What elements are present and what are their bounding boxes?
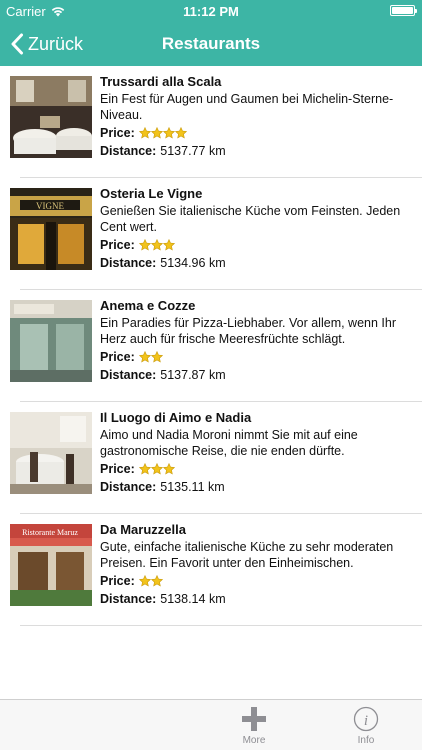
- status-bar: Carrier 11:12 PM: [0, 0, 422, 22]
- restaurant-name: Anema e Cozze: [100, 298, 196, 313]
- distance-label: Distance:: [100, 480, 157, 494]
- tab-more[interactable]: More: [224, 700, 284, 750]
- restaurant-description: Ein Fest für Augen und Gaumen bei Michel…: [100, 92, 394, 122]
- restaurant-photo: [10, 76, 92, 158]
- price-field: Price:: [100, 349, 412, 365]
- star-icon: [150, 575, 163, 587]
- star-icon: [138, 575, 151, 587]
- restaurant-description: Genießen Sie italienische Küche vom Fein…: [100, 204, 401, 234]
- distance-field: Distance: 5135.11 km: [100, 479, 412, 495]
- restaurant-description: Aimo und Nadia Moroni nimmt Sie mit auf …: [100, 428, 358, 458]
- distance-value: 5137.77 km: [160, 144, 226, 158]
- info-icon: i: [353, 706, 379, 732]
- distance-label: Distance:: [100, 256, 157, 270]
- price-rating: [138, 239, 175, 251]
- distance-value: 5137.87 km: [160, 368, 226, 382]
- restaurant-photo: [10, 412, 92, 494]
- svg-text:Ristorante Maruz: Ristorante Maruz: [22, 528, 78, 537]
- restaurant-description: Gute, einfache italienische Küche zu seh…: [100, 540, 394, 570]
- restaurant-name: Da Maruzzella: [100, 522, 186, 537]
- star-icon: [150, 351, 163, 363]
- price-label: Price:: [100, 350, 135, 364]
- distance-label: Distance:: [100, 144, 157, 158]
- price-rating: [138, 351, 163, 363]
- star-icon: [138, 463, 151, 475]
- distance-label: Distance:: [100, 368, 157, 382]
- price-rating: [138, 127, 187, 139]
- status-time: 11:12 PM: [183, 4, 239, 19]
- star-icon: [174, 127, 187, 139]
- restaurant-list: Trussardi alla Scala Ein Fest für Augen …: [0, 66, 422, 626]
- restaurant-description: Ein Paradies für Pizza-Liebhaber. Vor al…: [100, 316, 396, 346]
- distance-field: Distance: 5137.87 km: [100, 367, 412, 383]
- price-field: Price:: [100, 461, 412, 477]
- price-rating: [138, 463, 175, 475]
- price-label: Price:: [100, 238, 135, 252]
- battery-icon: [390, 5, 417, 16]
- tab-info-label: Info: [357, 735, 375, 746]
- distance-label: Distance:: [100, 592, 157, 606]
- list-item[interactable]: Anema e Cozze Ein Paradies für Pizza-Lie…: [0, 290, 422, 402]
- price-label: Price:: [100, 126, 135, 140]
- star-icon: [162, 239, 175, 251]
- distance-field: Distance: 5138.14 km: [100, 591, 412, 607]
- distance-value: 5135.11 km: [160, 480, 225, 494]
- restaurant-name: Il Luogo di Aimo e Nadia: [100, 410, 252, 425]
- list-item[interactable]: Ristorante Maruz Da Maruzzella Gute, ein…: [0, 514, 422, 626]
- star-icon: [150, 127, 163, 139]
- page-title: Restaurants: [161, 34, 261, 53]
- tab-info[interactable]: i Info: [336, 700, 396, 750]
- price-rating: [138, 575, 163, 587]
- restaurant-photo: Ristorante Maruz: [10, 524, 92, 606]
- star-icon: [150, 239, 163, 251]
- price-field: Price:: [100, 125, 412, 141]
- star-icon: [138, 127, 151, 139]
- distance-field: Distance: 5137.77 km: [100, 143, 412, 159]
- distance-field: Distance: 5134.96 km: [100, 255, 412, 271]
- star-icon: [162, 127, 175, 139]
- svg-text:VIGNE: VIGNE: [36, 201, 64, 211]
- plus-icon: [242, 707, 266, 731]
- restaurant-name: Trussardi alla Scala: [100, 74, 222, 89]
- list-item[interactable]: VIGNE Osteria Le Vigne Genießen Sie ital…: [0, 178, 422, 290]
- svg-text:i: i: [364, 713, 368, 729]
- price-label: Price:: [100, 462, 135, 476]
- distance-value: 5134.96 km: [160, 256, 226, 270]
- star-icon: [138, 239, 151, 251]
- restaurant-name: Osteria Le Vigne: [100, 186, 203, 201]
- tab-more-label: More: [242, 735, 266, 746]
- list-item[interactable]: Trussardi alla Scala Ein Fest für Augen …: [0, 66, 422, 178]
- star-icon: [162, 463, 175, 475]
- price-field: Price:: [100, 573, 412, 589]
- navigation-bar: Zurück Restaurants: [0, 22, 422, 66]
- row-divider: [20, 625, 422, 626]
- restaurant-photo: [10, 300, 92, 382]
- star-icon: [150, 463, 163, 475]
- distance-value: 5138.14 km: [160, 592, 226, 606]
- restaurant-photo: VIGNE: [10, 188, 92, 270]
- list-item[interactable]: Il Luogo di Aimo e Nadia Aimo und Nadia …: [0, 402, 422, 514]
- star-icon: [138, 351, 151, 363]
- price-label: Price:: [100, 574, 135, 588]
- tab-bar: More i Info: [0, 699, 422, 750]
- price-field: Price:: [100, 237, 412, 253]
